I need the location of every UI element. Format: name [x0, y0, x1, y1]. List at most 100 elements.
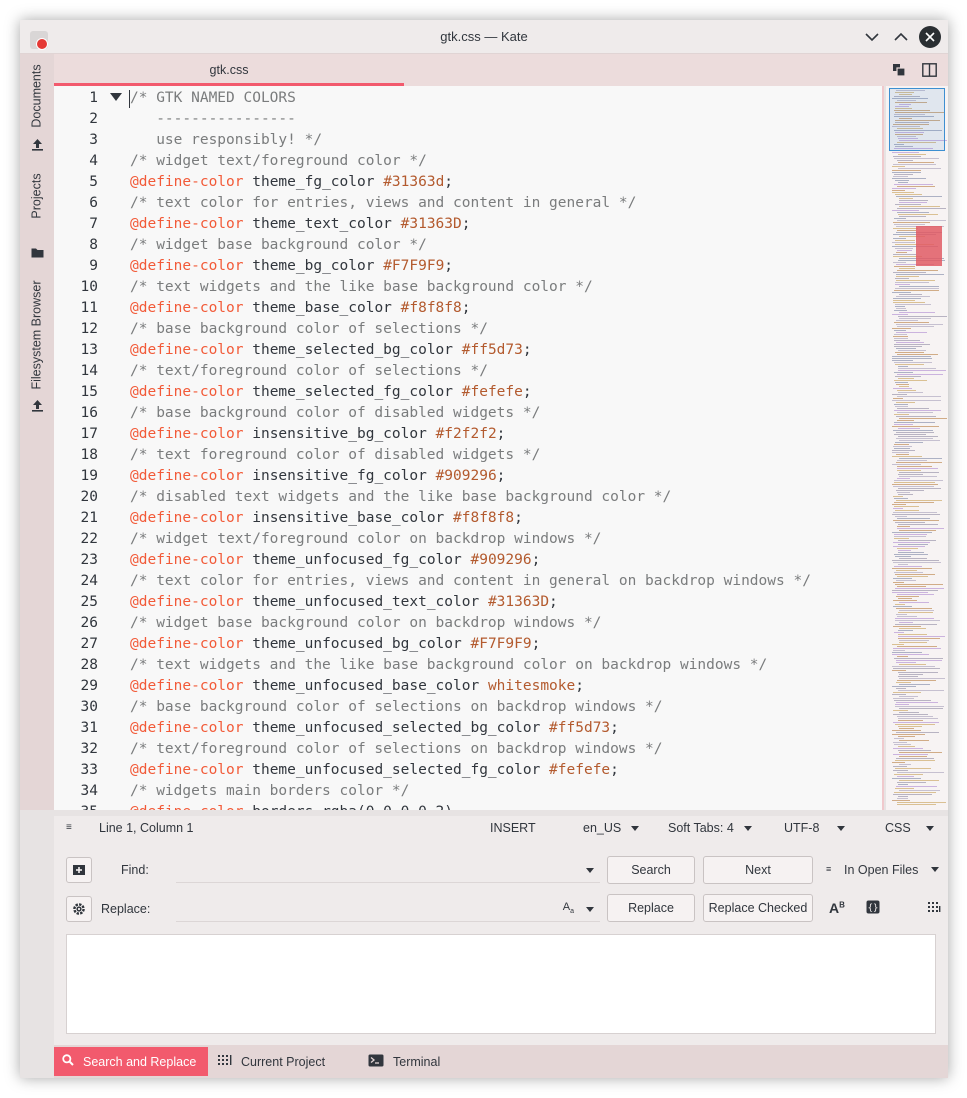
document-icon[interactable]: ≡: [66, 822, 72, 833]
code-line[interactable]: 11 @define-color theme_base_color #f8f8f8…: [54, 298, 884, 319]
code-line[interactable]: 7 @define-color theme_text_color #31363D;: [54, 214, 884, 235]
tab-terminal[interactable]: Terminal: [360, 1047, 448, 1076]
code-line[interactable]: 10 /* text widgets and the like base back…: [54, 277, 884, 298]
minimap-scrollbar[interactable]: [886, 86, 948, 810]
minimap-line: [898, 182, 908, 183]
minimap-line: [894, 502, 934, 503]
regex-icon[interactable]: {}: [866, 900, 880, 917]
code-token: insensitive_fg_color: [243, 468, 436, 484]
code-line[interactable]: 14 /* text/foreground color of selections…: [54, 361, 884, 382]
minimap-line: [896, 348, 916, 349]
line-number: 12: [80, 321, 98, 337]
sidebar-tab-filesystem-browser[interactable]: Filesystem Browser: [20, 272, 54, 398]
code-line[interactable]: 23 @define-color theme_unfocused_fg_color…: [54, 550, 884, 571]
indentation-select[interactable]: Soft Tabs: 4: [668, 821, 752, 835]
minimap-line: [893, 562, 941, 563]
tab-gtk-css[interactable]: gtk.css: [54, 54, 404, 86]
minimize-button[interactable]: [861, 26, 883, 48]
code-line[interactable]: 27 @define-color theme_unfocused_bg_color…: [54, 634, 884, 655]
folder-icon[interactable]: [31, 246, 44, 259]
line-code: /* widget base background color on backd…: [130, 613, 601, 634]
search-scope-select[interactable]: ≡ In Open Files: [820, 856, 948, 884]
minimap-line: [899, 386, 909, 387]
code-line[interactable]: 15 @define-color theme_selected_fg_color …: [54, 382, 884, 403]
code-line[interactable]: 8 /* widget base background color */: [54, 235, 884, 256]
line-number: 22: [80, 531, 98, 547]
filter-icon[interactable]: [927, 900, 941, 917]
code-token: @define-color: [130, 594, 244, 610]
encoding-select[interactable]: UTF-8: [784, 821, 846, 835]
code-line[interactable]: 31 @define-color theme_unfocused_selected…: [54, 718, 884, 739]
minimap-line: [893, 176, 908, 177]
minimap-line: [892, 532, 932, 533]
minimap-line: [896, 438, 933, 439]
minimap-line: [894, 184, 933, 185]
sidebar-tab-projects[interactable]: Projects: [20, 158, 54, 234]
code-line[interactable]: 32 /* text/foreground color of selections…: [54, 739, 884, 760]
sidebar-tab-documents[interactable]: Documents: [20, 58, 54, 134]
code-line[interactable]: 19 @define-color insensitive_fg_color #90…: [54, 466, 884, 487]
code-line[interactable]: 28 /* text widgets and the like base back…: [54, 655, 884, 676]
maximize-button[interactable]: [890, 26, 912, 48]
line-code: @define-color insensitive_fg_color #9092…: [130, 466, 505, 487]
code-line[interactable]: 25 @define-color theme_unfocused_text_col…: [54, 592, 884, 613]
code-line[interactable]: 34 /* widgets main borders color */: [54, 781, 884, 802]
code-line[interactable]: 22 /* widget text/foreground color on bac…: [54, 529, 884, 550]
upload-icon[interactable]: [31, 399, 44, 412]
code-line[interactable]: 17 @define-color insensitive_bg_color #f2…: [54, 424, 884, 445]
tab-current-project[interactable]: Current Project: [210, 1047, 333, 1076]
new-tab-button[interactable]: [66, 857, 92, 883]
next-button[interactable]: Next: [703, 856, 813, 884]
code-line[interactable]: 30 /* base background color of selections…: [54, 697, 884, 718]
minimap-line: [897, 802, 946, 803]
code-token: theme_base_color: [243, 300, 401, 316]
replace-input[interactable]: Aa: [176, 896, 600, 922]
code-line[interactable]: 2 ----------------: [54, 109, 884, 130]
code-line[interactable]: 24 /* text color for entries, views and c…: [54, 571, 884, 592]
code-line[interactable]: 33 @define-color theme_unfocused_selected…: [54, 760, 884, 781]
input-mode[interactable]: INSERT: [490, 821, 536, 835]
code-line[interactable]: 18 /* text foreground color of disabled w…: [54, 445, 884, 466]
minimap-line: [899, 440, 940, 441]
code-line[interactable]: 12 /* base background color of selections…: [54, 319, 884, 340]
code-line[interactable]: 5 @define-color theme_fg_color #31363d;: [54, 172, 884, 193]
find-input[interactable]: [176, 857, 600, 883]
search-settings-button[interactable]: [66, 896, 92, 922]
minimap-line: [899, 678, 945, 679]
match-case-icon[interactable]: Aa: [563, 901, 574, 915]
split-view-icon[interactable]: [920, 61, 938, 79]
code-line[interactable]: 35 @define-color borders rgba(0,0,0,0.2): [54, 802, 884, 810]
code-line[interactable]: 4 /* widget text/foreground color */: [54, 151, 884, 172]
code-line[interactable]: 1 /* GTK NAMED COLORS: [54, 88, 884, 109]
cursor-position[interactable]: Line 1, Column 1: [99, 821, 194, 835]
code-line[interactable]: 16 /* base background color of disabled w…: [54, 403, 884, 424]
search-button[interactable]: Search: [607, 856, 695, 884]
quick-open-icon[interactable]: [890, 61, 908, 79]
code-line[interactable]: 26 /* widget base background color on bac…: [54, 613, 884, 634]
dictionary-select[interactable]: en_US: [583, 821, 640, 835]
minimap-line: [896, 416, 936, 417]
code-line[interactable]: 3 use responsibly! */: [54, 130, 884, 151]
code-line[interactable]: 29 @define-color theme_unfocused_base_col…: [54, 676, 884, 697]
minimap-line: [896, 432, 934, 433]
line-number: 26: [80, 615, 98, 631]
code-line[interactable]: 20 /* disabled text widgets and the like …: [54, 487, 884, 508]
replace-button[interactable]: Replace: [607, 894, 695, 922]
tab-search-and-replace[interactable]: Search and Replace: [54, 1047, 208, 1076]
fold-arrow-icon[interactable]: [110, 93, 122, 101]
minimap-line: [895, 788, 914, 789]
code-line[interactable]: 13 @define-color theme_selected_bg_color …: [54, 340, 884, 361]
expand-all-icon[interactable]: AB: [829, 900, 845, 916]
code-line[interactable]: 21 @define-color insensitive_base_color #…: [54, 508, 884, 529]
search-results-list[interactable]: [66, 934, 936, 1034]
chevron-down-icon: [925, 826, 934, 832]
minimap-viewport[interactable]: [889, 88, 945, 151]
code-line[interactable]: 6 /* text color for entries, views and co…: [54, 193, 884, 214]
close-button[interactable]: [919, 26, 941, 48]
code-line[interactable]: 9 @define-color theme_bg_color #F7F9F9;: [54, 256, 884, 277]
code-editor[interactable]: 1/* GTK NAMED COLORS 2 ---------------- 3 …: [54, 86, 884, 810]
syntax-select[interactable]: CSS: [885, 821, 934, 835]
minimap-line: [899, 684, 930, 685]
replace-checked-button[interactable]: Replace Checked: [703, 894, 813, 922]
upload-icon[interactable]: [31, 138, 44, 151]
